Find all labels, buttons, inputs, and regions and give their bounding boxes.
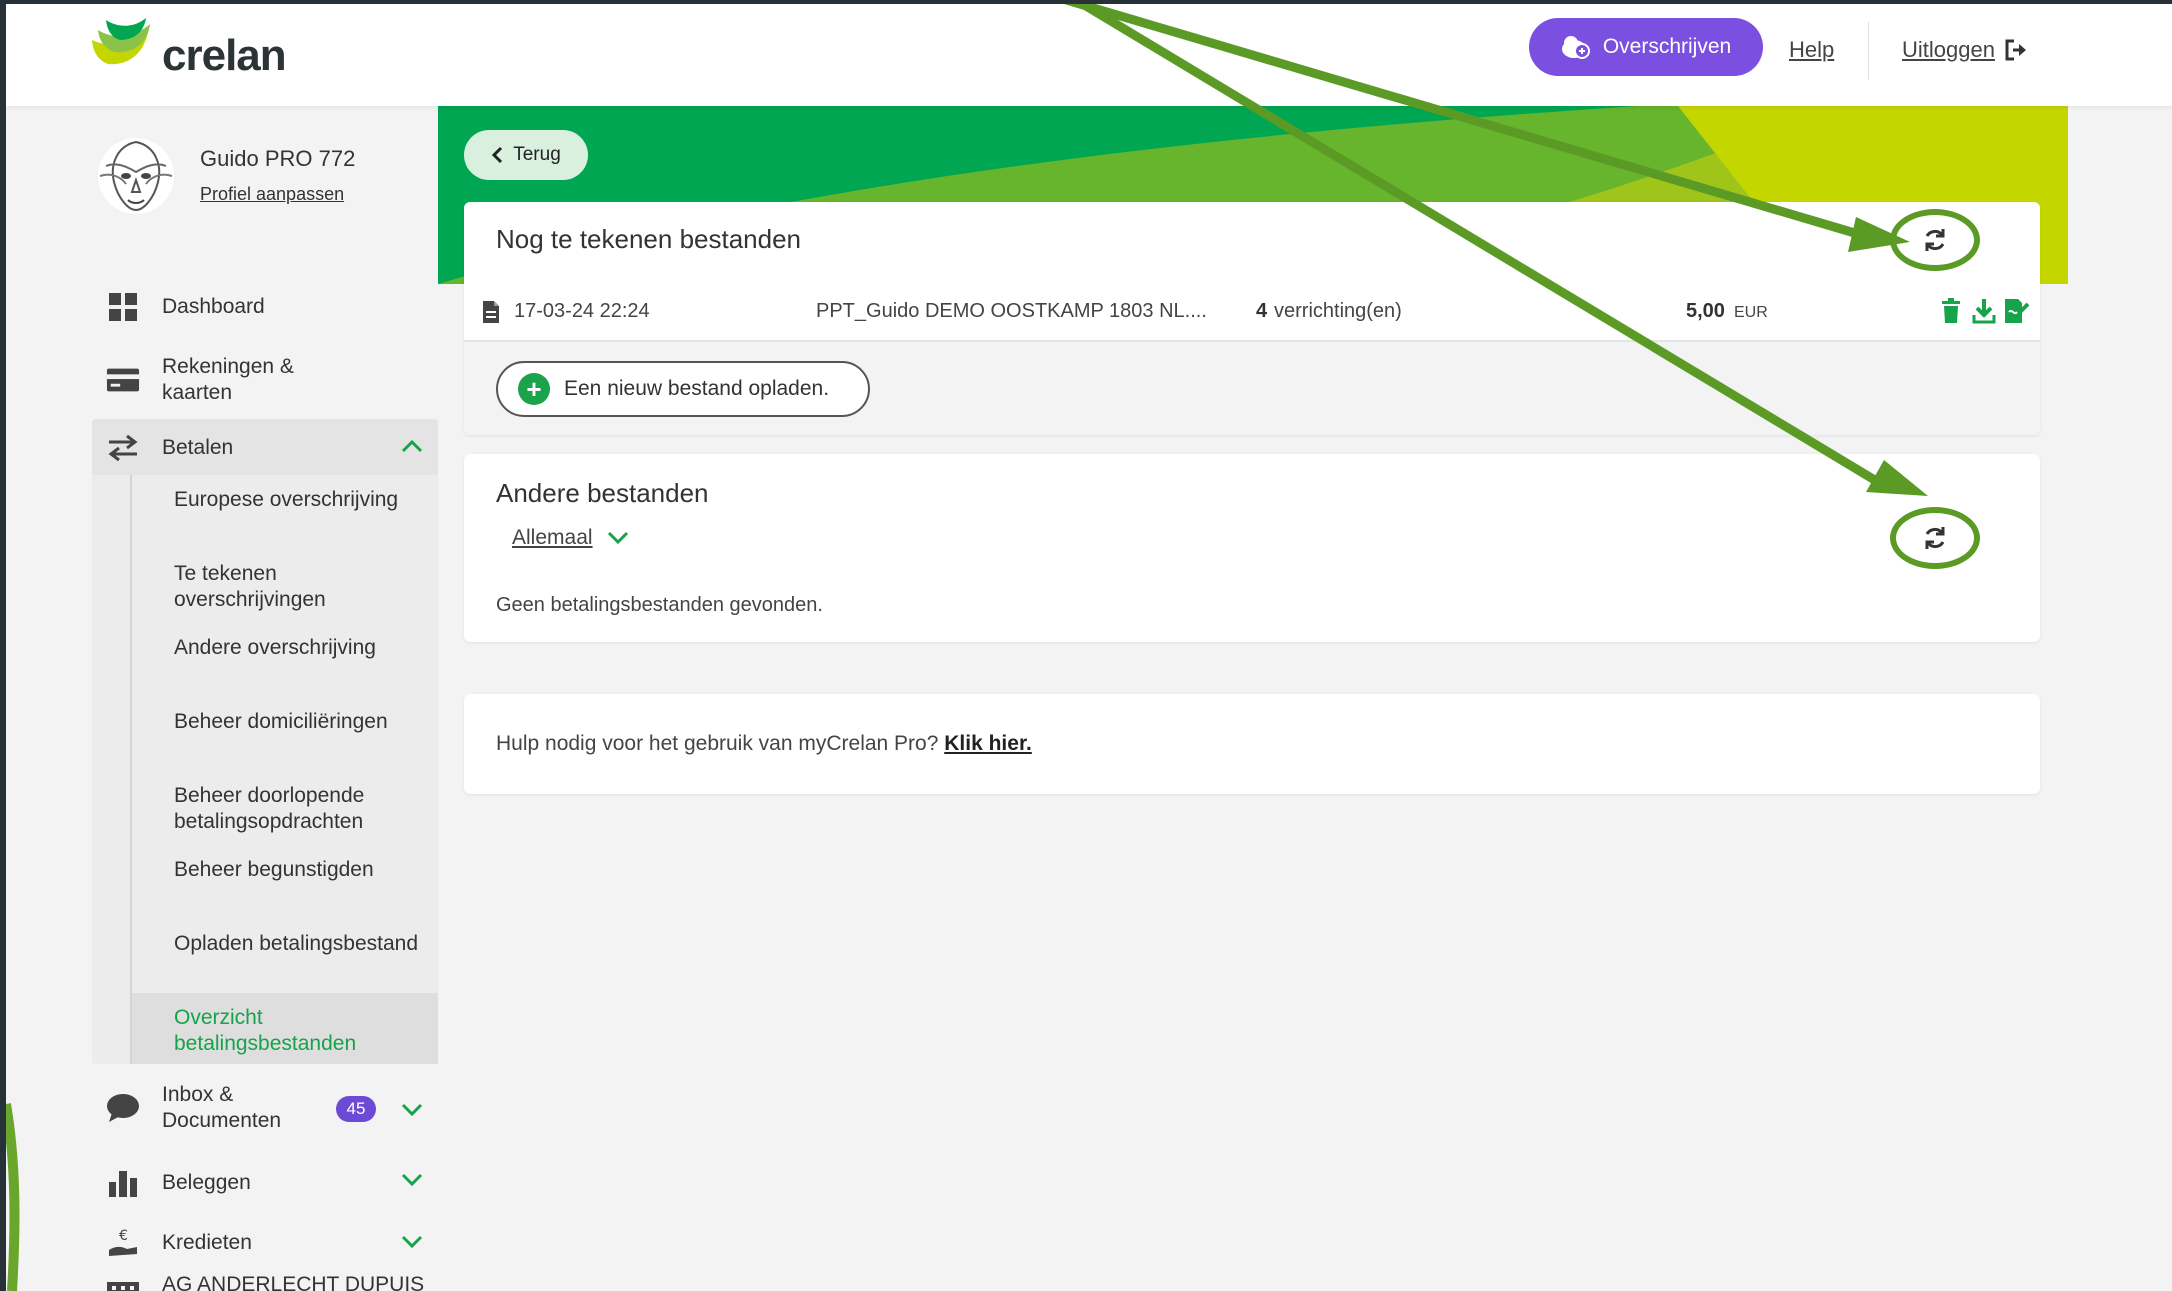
upload-label: Een nieuw bestand opladen. [564,377,830,400]
app-frame: crelan Overschrijven Help Uitloggen Guid… [6,4,2172,1291]
logout-label: Uitloggen [1902,37,1995,62]
help-click-here-link[interactable]: Klik hier. [944,732,1032,755]
file-date: 17-03-24 22:24 [514,300,650,322]
nav-accounts[interactable]: Rekeningen & kaarten [106,354,294,406]
chevron-left-icon [492,146,503,164]
nav-invest-label: Beleggen [162,1171,251,1194]
profile-block: Guido PRO 772 Profiel aanpassen [96,136,355,216]
building-icon [106,1270,140,1291]
back-button[interactable]: Terug [464,130,588,180]
chat-bubble-icon [106,1093,140,1123]
help-card: Hulp nodig voor het gebruik van myCrelan… [464,694,2040,794]
nav-accounts-label: Rekeningen & kaarten [162,355,294,404]
sub-manage-direct-debits[interactable]: Beheer domiciliëringen [174,709,424,735]
file-amount: 5,00 [1686,300,1725,322]
file-currency: EUR [1734,304,1768,321]
swap-arrows-icon [106,433,140,463]
chevron-down-icon[interactable] [400,1102,424,1118]
logout-icon [2005,39,2026,61]
annotation-circle [1890,209,1980,271]
avatar[interactable] [96,136,176,216]
svg-text:€: € [119,1228,128,1244]
file-row[interactable]: 17-03-24 22:24 PPT_Guido DEMO OOSTKAMP 1… [464,284,2040,342]
card-icon [106,366,140,394]
nav-credits[interactable]: € Kredieten [106,1228,252,1258]
dashboard-icon [106,292,140,322]
sub-transfers-to-sign[interactable]: Te tekenen overschrijvingen [174,561,424,613]
nav-credits-label: Kredieten [162,1231,252,1254]
inbox-count-badge: 45 [336,1096,376,1122]
brand-wordmark: crelan [162,31,287,80]
document-icon [483,301,499,323]
logout-link[interactable]: Uitloggen [1902,37,2029,63]
sub-other-transfer[interactable]: Andere overschrijving [174,635,424,661]
chevron-down-icon[interactable] [400,1234,424,1250]
profile-name: Guido PRO 772 [200,146,356,171]
nav-dashboard[interactable]: Dashboard [106,292,265,322]
file-operation-count: 4 [1256,300,1268,322]
submenu-guide-line [130,475,132,1064]
chevron-up-icon[interactable] [400,438,424,454]
annotation-circle [1890,507,1980,569]
plus-circle-icon: + [518,373,550,405]
sub-manage-beneficiaries[interactable]: Beheer begunstigden [174,857,424,883]
transfer-cloud-icon [1561,36,1590,59]
help-text: Hulp nodig voor het gebruik van myCrelan… [496,732,1032,756]
crelan-logo[interactable]: crelan [90,18,287,80]
nav-company[interactable]: AG ANDERLECHT DUPUIS [106,1270,424,1291]
sign-document-icon[interactable] [2004,298,2030,324]
back-label: Terug [513,144,561,165]
header-divider [1868,22,1869,80]
pending-files-card: Nog te tekenen bestanden 17-03-24 22:24 … [464,202,2040,435]
nav-dashboard-label: Dashboard [162,295,265,318]
chevron-down-icon[interactable] [400,1172,424,1188]
refresh-pending-button[interactable] [1890,209,1980,271]
top-bar: crelan Overschrijven Help Uitloggen [6,4,2172,106]
pending-files-title: Nog te tekenen bestanden [496,224,802,254]
help-link[interactable]: Help [1789,37,1834,63]
other-files-card: Andere bestanden Allemaal Geen betalings… [464,454,2040,642]
crelan-leaf-icon [92,18,150,65]
nav-inbox-label: Inbox & Documenten [162,1083,282,1132]
upload-new-file-button[interactable]: + Een nieuw bestand opladen. [496,361,870,417]
file-name: PPT_Guido DEMO OOSTKAMP 1803 NL.... [816,300,1207,322]
help-question: Hulp nodig voor het gebruik van myCrelan… [496,732,939,755]
transfer-button[interactable]: Overschrijven [1529,18,1763,76]
nav-invest[interactable]: Beleggen [106,1168,251,1198]
profile-edit-link[interactable]: Profiel aanpassen [200,184,355,205]
other-files-title: Andere bestanden [496,478,709,508]
empty-message: Geen betalingsbestanden gevonden. [496,594,823,616]
transfer-label: Overschrijven [1602,35,1732,58]
sub-european-transfer[interactable]: Europese overschrijving [174,487,424,513]
nav-inbox[interactable]: Inbox & Documenten [106,1082,281,1134]
nav-company-label: AG ANDERLECHT DUPUIS [162,1273,425,1291]
sub-payment-files-overview[interactable]: Overzicht betalingsbestanden [174,1005,424,1057]
filter-dropdown[interactable]: Allemaal [512,526,629,550]
nav-payments-label: Betalen [162,436,234,459]
refresh-other-button[interactable] [1890,507,1980,569]
filter-label: Allemaal [512,526,593,549]
nav-payments[interactable]: Betalen [106,433,233,463]
upload-area: + Een nieuw bestand opladen. [464,342,2040,435]
hand-coin-icon: € [106,1228,140,1258]
chevron-down-icon [607,531,628,545]
sidebar: Guido PRO 772 Profiel aanpassen Dashboar… [6,106,438,1291]
sub-upload-payment-file[interactable]: Opladen betalingsbestand [174,931,424,957]
download-icon[interactable] [1972,298,1996,324]
sub-manage-standing-orders[interactable]: Beheer doorlopende betalingsopdrachten [174,783,424,835]
file-operation-suffix: verrichting(en) [1274,300,1402,322]
bar-chart-icon [106,1168,140,1198]
trash-icon[interactable] [1940,298,1962,324]
payments-submenu: Europese overschrijving Te tekenen overs… [92,475,438,1064]
